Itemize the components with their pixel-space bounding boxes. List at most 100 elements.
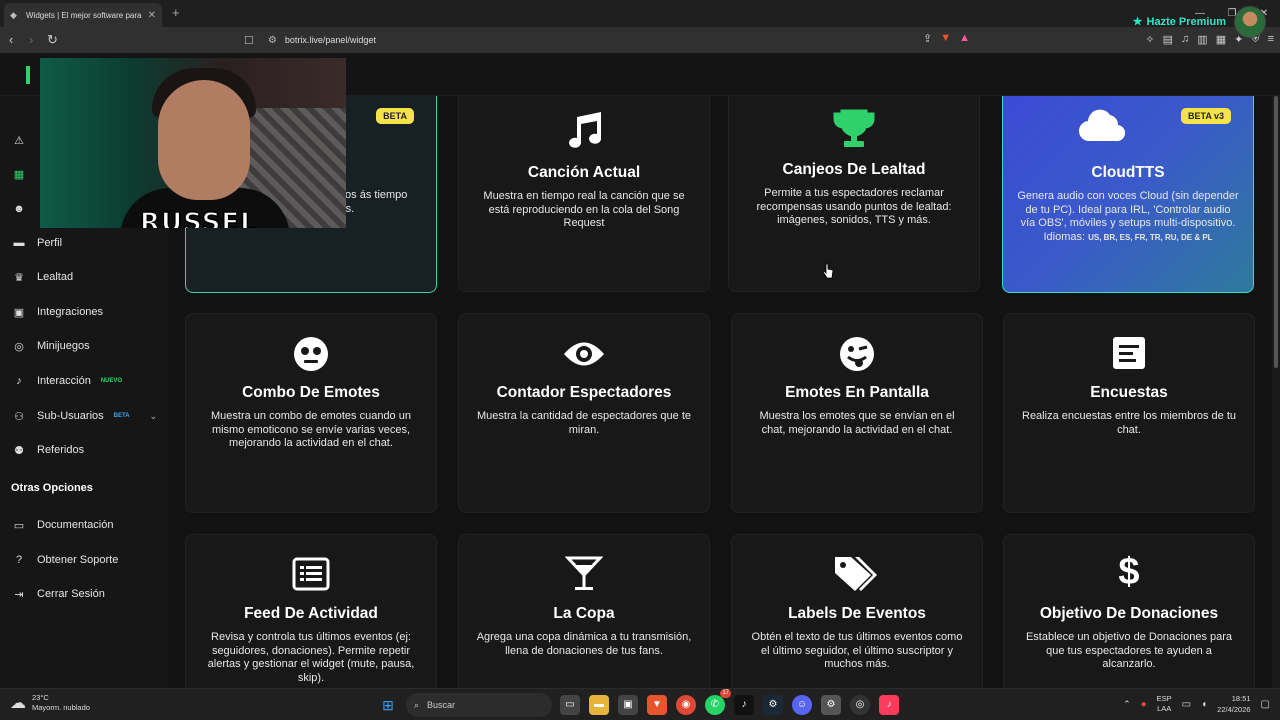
widget-card-canjeos-lealtad[interactable]: Canjeos De Lealtad Permite a tus especta… [728,96,980,292]
browser-toolbar: ‹ › ↻ ☐ ⚙ botrix.live/panel/widget ⇪ ▼ ▲… [0,27,1280,53]
sidebar-item-label: Obtener Soporte [37,554,119,566]
steam-icon[interactable]: ⚙ [763,695,783,715]
card-title: Contador Espectadores [496,384,672,401]
chrome-icon[interactable]: ◉ [676,695,696,715]
weather-widget[interactable]: ☁ 23°C Mayorm. nublado [10,693,90,713]
media-icon[interactable]: ♫ [1181,33,1189,46]
premium-label: Hazte Premium [1146,15,1226,28]
volume-icon[interactable]: ◖ [1201,699,1207,710]
file-explorer-icon[interactable]: ▬ [589,695,609,715]
sidebar-item-label: Interacción [37,375,91,387]
widget-card-cloudtts[interactable]: BETA v3 CloudTTS Genera audio con voces … [1002,96,1254,293]
chevron-down-icon[interactable]: ⌄ [149,411,157,422]
app-logo[interactable] [26,66,30,84]
tiktok-live-icon[interactable]: ♪ [879,695,899,715]
sidebar-item-minijuegos[interactable]: ◎ Minijuegos [11,336,161,356]
tab-close-icon[interactable]: ✕ [148,10,156,21]
sidebar-item-soporte[interactable]: ? Obtener Soporte [11,550,161,570]
clock-date: 22/4/2026 [1217,705,1251,714]
tray-chevron-icon[interactable]: ⌃ [1123,699,1131,710]
sidebar-item-sub-usuarios[interactable]: ⚇ Sub-Usuarios BETA ⌄ [11,406,161,426]
clock[interactable]: 18:51 22/4/2026 [1217,693,1250,715]
new-tab-button[interactable]: + [172,5,180,20]
cloud-sun-icon: ☁ [10,695,26,712]
widget-card-combo-emotes[interactable]: Combo De Emotes Muestra un combo de emot… [185,313,437,513]
star-icon: ★ [1132,16,1143,28]
beta-badge: BETA [376,108,414,124]
sidebar-item-lealtad[interactable]: ♛ Lealtad [11,267,161,287]
temperature: 23°C [32,693,49,702]
forward-icon[interactable]: › [29,32,33,47]
notifications-icon[interactable]: ▢ [1261,699,1270,710]
card-description: Muestra los emotes que se envían en el c… [759,410,955,436]
back-icon[interactable]: ‹ [9,32,13,47]
sidebar-item-documentacion[interactable]: ▭ Documentación [11,515,161,535]
premium-link[interactable]: ★ Hazte Premium [1132,15,1226,29]
widget-card-la-copa[interactable]: La Copa Agrega una copa dinámica a tu tr… [458,534,710,688]
search-placeholder: Buscar [427,700,456,710]
scrollbar-thumb[interactable] [1274,96,1278,368]
address-bar[interactable]: ☐ ⚙ botrix.live/panel/widget [244,29,992,51]
microphone-icon[interactable]: ● [1141,699,1147,710]
user-avatar[interactable] [1234,6,1266,38]
robot-icon: ☻ [13,203,25,215]
sidebar-item-integraciones[interactable]: ▣ Integraciones [11,302,161,322]
brave-shield-icon[interactable]: ▼ [940,32,951,45]
integrations-icon: ▣ [13,306,25,319]
sidebar-item-interaccion[interactable]: ♪ Interacción NUEVO [11,371,161,391]
url-text[interactable]: botrix.live/panel/widget [285,35,376,45]
share-icon[interactable]: ⇪ [923,32,932,45]
widget-card-cancion-actual[interactable]: Canción Actual Muestra en tiempo real la… [458,96,710,292]
webcam-overlay: RUSSEL [40,58,346,228]
sidebar-icon[interactable]: ▥ [1197,33,1207,46]
settings-icon[interactable]: ⚙ [821,695,841,715]
extensions-icon[interactable]: ✧ [1145,33,1154,46]
user-card-icon: ▬ [13,237,25,249]
reader-icon[interactable]: ▤ [1163,33,1173,46]
sidebar-item-referidos[interactable]: ⚉ Referidos [11,440,161,460]
card-title: Canjeos De Lealtad [782,161,926,178]
widget-card-emotes-pantalla[interactable]: Emotes En Pantalla Muestra los emotes qu… [731,313,983,513]
whatsapp-icon[interactable]: ✆ 17 [705,689,731,715]
wallet-icon[interactable]: ▦ [1216,33,1226,46]
card-title: La Copa [553,605,615,622]
task-view-icon[interactable]: ▭ [560,695,580,715]
widget-card-contador-espectadores[interactable]: Contador Espectadores Muestra la cantida… [458,313,710,513]
referral-icon: ⚉ [14,444,24,457]
widget-card-objetivo-donaciones[interactable]: $ Objetivo De Donaciones Establece un ob… [1003,534,1255,688]
language-indicator[interactable]: ESP LAA [1157,694,1172,714]
sidebar-item-perfil[interactable]: ▬ Perfil [11,233,161,253]
widget-card-feed-actividad[interactable]: Feed De Actividad Revisa y controla tus … [185,534,437,688]
store-icon[interactable]: ▣ [618,695,638,715]
languages-list: US, BR, ES, FR, TR, RU, DE & PL [1088,232,1213,242]
taskbar-search[interactable]: ⌕ Buscar [406,693,552,717]
card-description: Genera audio con voces Cloud (sin depend… [1017,190,1239,244]
tiktok-icon[interactable]: ♪ [734,695,754,715]
widget-card-encuestas[interactable]: Encuestas Realiza encuestas entre los mi… [1003,313,1255,513]
bookmark-icon[interactable]: ☐ [244,34,254,47]
gamepad-icon: ◎ [14,340,24,353]
keyboard-layout: LAA [1157,704,1172,713]
site-info-icon[interactable]: ⚙ [268,35,277,46]
reload-icon[interactable]: ↻ [47,32,58,48]
taskbar-apps: ⊞ [378,695,407,715]
browser-tab[interactable]: ◆ Widgets | El mejor software para ✕ [4,3,162,27]
clock-time: 18:51 [1231,694,1251,703]
card-description: Muestra un combo de emotes cuando un mis… [211,410,411,449]
rewards-icon[interactable]: ▲ [959,32,970,45]
music-note-icon [459,111,709,156]
obs-icon[interactable]: ◎ [850,695,870,715]
card-title: Labels De Eventos [788,605,926,622]
widget-card-labels-eventos[interactable]: Labels De Eventos Obtén el texto de tus … [731,534,983,688]
doc-icon: ▭ [13,519,25,532]
menu-icon[interactable]: ≡ [1268,33,1274,46]
windows-start-icon[interactable]: ⊞ [378,695,398,715]
brave-browser-icon[interactable]: ▼ [647,695,667,715]
sidebar-item-cerrar-sesion[interactable]: ⇥ Cerrar Sesión [11,584,161,604]
discord-icon[interactable]: ☺ [792,695,812,715]
streamer-name-overlay: RUSSEL [139,207,258,228]
network-icon[interactable]: ▭ [1182,699,1191,710]
trophy-icon: ♛ [14,271,24,284]
card-description: Agrega una copa dinámica a tu transmisió… [476,631,692,657]
sidebar-item-label: Documentación [37,519,114,531]
